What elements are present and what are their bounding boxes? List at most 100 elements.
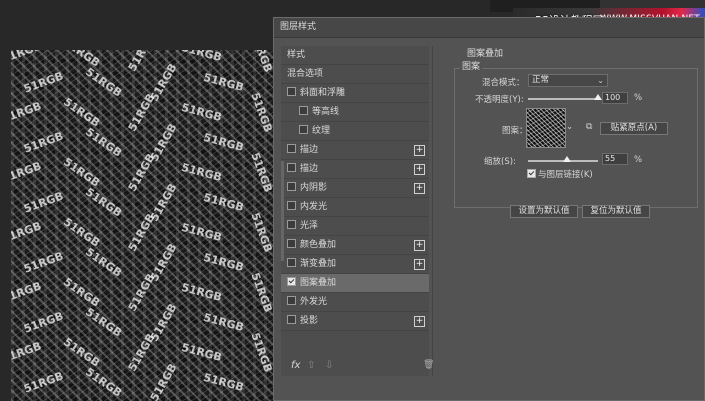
canvas-pattern-text: 51RGB xyxy=(60,215,103,250)
sidebar-item-checkbox[interactable] xyxy=(299,125,308,134)
sidebar-item[interactable]: 描边 + xyxy=(281,141,429,160)
sidebar-item-label: 光泽 xyxy=(300,221,319,231)
canvas-pattern-text: 51RGB xyxy=(60,275,103,310)
set-default-button[interactable]: 设置为默认值 xyxy=(510,205,578,218)
canvas-pattern-text: 51RGB xyxy=(60,155,103,190)
sidebar-item-checkbox[interactable] xyxy=(287,239,296,248)
sidebar-item-checkbox[interactable] xyxy=(287,144,296,153)
canvas-pattern-text: 51RGB xyxy=(82,65,125,100)
sidebar-item-label: 纹理 xyxy=(312,126,331,136)
sidebar-item-checkbox[interactable] xyxy=(287,296,296,305)
pattern-swatch[interactable] xyxy=(526,108,566,148)
opacity-slider[interactable] xyxy=(528,98,598,100)
sidebar-item[interactable]: 混合选项 xyxy=(281,65,429,84)
link-layer-checkbox[interactable] xyxy=(527,169,536,178)
new-preset-icon[interactable]: ⧉ xyxy=(586,122,592,132)
canvas-pattern-text: 51RGB xyxy=(11,50,44,66)
canvas-pattern-text: 51RGB xyxy=(125,50,158,74)
sidebar-item-checkbox[interactable] xyxy=(287,87,296,96)
canvas-pattern-text: 51RGB xyxy=(202,130,246,155)
move-down-icon[interactable]: ⇩ xyxy=(325,360,333,371)
trash-icon[interactable]: 🗑 xyxy=(423,360,434,370)
layer-style-dialog: 图层样式 样式 混合选项 斜面和浮雕 等高线 纹理 描边 + 描边 + 内阴影 + 内发光 光泽 颜色叠加… xyxy=(273,17,705,401)
scale-label: 缩放(S): xyxy=(484,157,516,167)
canvas-pattern-text: 51RGB xyxy=(125,331,158,374)
canvas-pattern-text: 51RGB xyxy=(60,335,103,370)
add-effect-icon[interactable]: + xyxy=(414,259,425,270)
canvas-pattern-text: 51RGB xyxy=(125,91,158,134)
sidebar-item[interactable]: 斜面和浮雕 xyxy=(281,84,429,103)
sidebar-item-checkbox[interactable] xyxy=(287,163,296,172)
canvas-pattern-text: 51RGB xyxy=(180,280,224,305)
sidebar-item-label: 描边 xyxy=(300,145,319,155)
scale-input[interactable]: 55 xyxy=(602,153,628,165)
sidebar-divider xyxy=(432,46,433,376)
sidebar-item[interactable]: 内阴影 + xyxy=(281,179,429,198)
scale-slider-thumb[interactable] xyxy=(562,156,571,162)
sidebar-item-checkbox[interactable] xyxy=(287,220,296,229)
sidebar-item[interactable]: 描边 + xyxy=(281,160,429,179)
sidebar-item[interactable]: 图案叠加 xyxy=(281,274,429,293)
canvas-pattern-text: 51RGB xyxy=(60,95,103,130)
sidebar-item-checkbox[interactable] xyxy=(287,277,296,286)
canvas-pattern-text: 51RGB xyxy=(22,129,66,156)
canvas-pattern-text: 51RGB xyxy=(11,219,44,246)
canvas-pattern-text: 51RGB xyxy=(248,50,275,75)
canvas-pattern-text: 51RGB xyxy=(82,305,125,340)
sidebar-item[interactable]: 外发光 xyxy=(281,293,429,312)
canvas-pattern-text: 51RGB xyxy=(180,340,224,365)
scale-unit: % xyxy=(634,155,643,165)
opacity-slider-thumb[interactable] xyxy=(594,94,602,100)
canvas-pattern-text: 51RGB xyxy=(22,309,66,336)
canvas-pattern-text: 51RGB xyxy=(22,369,66,396)
canvas-pattern-text: 51RGB xyxy=(60,50,103,70)
add-effect-icon[interactable]: + xyxy=(414,145,425,156)
link-layer-label: 与图层链接(K) xyxy=(538,170,593,180)
add-effect-icon[interactable]: + xyxy=(414,240,425,251)
snap-origin-button[interactable]: 贴紧原点(A) xyxy=(600,122,668,135)
pattern-picker-chevron-icon[interactable]: ⌄ xyxy=(566,122,573,132)
opacity-input[interactable]: 100 xyxy=(602,92,628,104)
canvas-pattern-text: 51RGB xyxy=(11,159,44,186)
sidebar-item-label: 内发光 xyxy=(300,202,328,212)
sidebar-item[interactable]: 内发光 xyxy=(281,198,429,217)
reset-default-button[interactable]: 复位为默认值 xyxy=(582,205,650,218)
canvas-pattern-text: 51RGB xyxy=(180,100,224,125)
sidebar-item[interactable]: 颜色叠加 + xyxy=(281,236,429,255)
canvas-pattern-text: 51RGB xyxy=(202,250,246,275)
blend-mode-select[interactable]: 正常 ⌄ xyxy=(528,74,608,87)
sidebar-item-label: 内阴影 xyxy=(300,183,328,193)
sidebar-item-label: 图案叠加 xyxy=(300,278,337,288)
sidebar-item-checkbox[interactable] xyxy=(287,201,296,210)
canvas-pattern-text: 51RGB xyxy=(125,211,158,254)
sidebar-item-checkbox[interactable] xyxy=(299,106,308,115)
move-up-icon[interactable]: ⇧ xyxy=(307,360,315,371)
canvas-pattern-text: 51RGB xyxy=(180,160,224,185)
sidebar-item[interactable]: 光泽 xyxy=(281,217,429,236)
sidebar-item[interactable]: 样式 xyxy=(281,46,429,65)
add-effect-icon[interactable]: + xyxy=(414,316,425,327)
canvas-pattern-text: 51RGB xyxy=(22,249,66,276)
add-effect-icon[interactable]: + xyxy=(414,183,425,194)
sidebar-item-checkbox[interactable] xyxy=(287,258,296,267)
canvas-pattern-text: 51RGB xyxy=(22,69,66,96)
canvas-pattern-text: 51RGB xyxy=(82,365,125,400)
sidebar-item-checkbox[interactable] xyxy=(287,315,296,324)
chevron-down-icon: ⌄ xyxy=(597,76,604,85)
sidebar-item[interactable]: 渐变叠加 + xyxy=(281,255,429,274)
canvas-pattern-text: 51RGB xyxy=(180,220,224,245)
sidebar-item-label: 投影 xyxy=(300,316,319,326)
add-effect-icon[interactable]: + xyxy=(414,164,425,175)
sidebar-item[interactable]: 投影 + xyxy=(281,312,429,331)
sidebar-item[interactable]: 等高线 xyxy=(281,103,429,122)
canvas-pattern-text: 51RGB xyxy=(11,99,44,126)
canvas-pattern-text: 51RGB xyxy=(11,279,44,306)
fx-icon[interactable]: fx xyxy=(291,360,300,371)
sidebar-item[interactable]: 纹理 xyxy=(281,122,429,141)
sidebar-scrollbar[interactable] xyxy=(281,161,284,261)
pattern-fieldset xyxy=(454,68,698,208)
canvas-pattern-text: 51RGB xyxy=(180,50,224,65)
sidebar-item-checkbox[interactable] xyxy=(287,182,296,191)
sidebar-item-label: 渐变叠加 xyxy=(300,259,337,269)
dialog-titlebar[interactable]: 图层样式 xyxy=(274,18,704,38)
